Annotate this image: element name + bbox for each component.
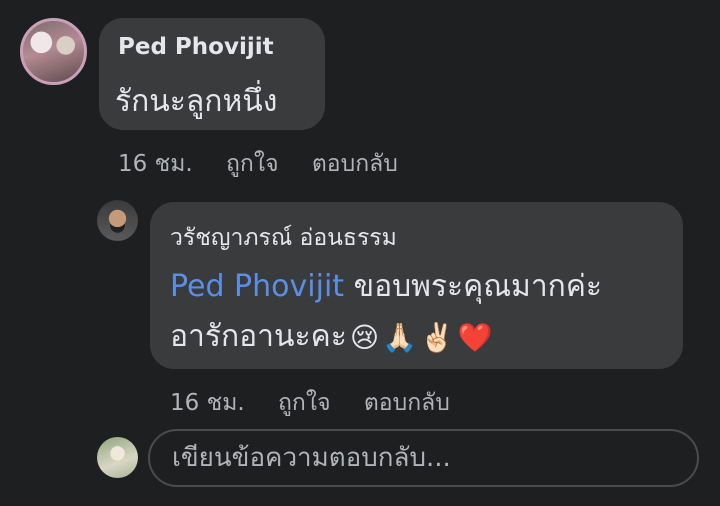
reply-text-line-1: Ped Phovijit ขอบพระคุณมากค่ะ [170, 263, 602, 310]
reply-author-name[interactable]: วรัชญาภรณ์ อ่อนธรรม [170, 220, 397, 256]
commenter-avatar[interactable] [20, 18, 87, 85]
comment-text: รักนะลูกหนึ่ง [115, 84, 278, 119]
comment-author-name[interactable]: Ped Phovijit [118, 34, 274, 60]
reply-reply-button[interactable]: ตอบกลับ [364, 390, 450, 416]
reply-input-container[interactable] [148, 429, 699, 487]
red-heart-emoji: ❤️ [457, 321, 493, 354]
mention-link[interactable]: Ped Phovijit [170, 269, 344, 304]
replier-avatar[interactable] [97, 200, 138, 241]
reply-text-part-2: อารักอานะคะ [170, 319, 347, 354]
comment-meta: 16 ชม. ถูกใจ ตอบกลับ [118, 146, 424, 182]
crying-face-emoji: 😢 [349, 321, 380, 354]
folded-hands-emoji: 🙏🏻 [382, 321, 417, 354]
comment-timestamp[interactable]: 16 ชม. [118, 151, 193, 177]
reply-timestamp[interactable]: 16 ชม. [170, 390, 245, 416]
current-user-avatar [97, 437, 138, 478]
reply-text-line-2: อารักอานะคะ 😢 🙏🏻 ✌🏻 ❤️ [170, 313, 493, 360]
victory-hand-emoji: ✌🏻 [419, 321, 455, 354]
reply-text-part-1: ขอบพระคุณมากค่ะ [344, 269, 603, 304]
reply-meta: 16 ชม. ถูกใจ ตอบกลับ [170, 385, 476, 421]
comment-reply-button[interactable]: ตอบกลับ [312, 151, 398, 177]
reply-like-button[interactable]: ถูกใจ [278, 390, 331, 416]
reply-input[interactable] [172, 443, 697, 473]
comment-like-button[interactable]: ถูกใจ [226, 151, 279, 177]
